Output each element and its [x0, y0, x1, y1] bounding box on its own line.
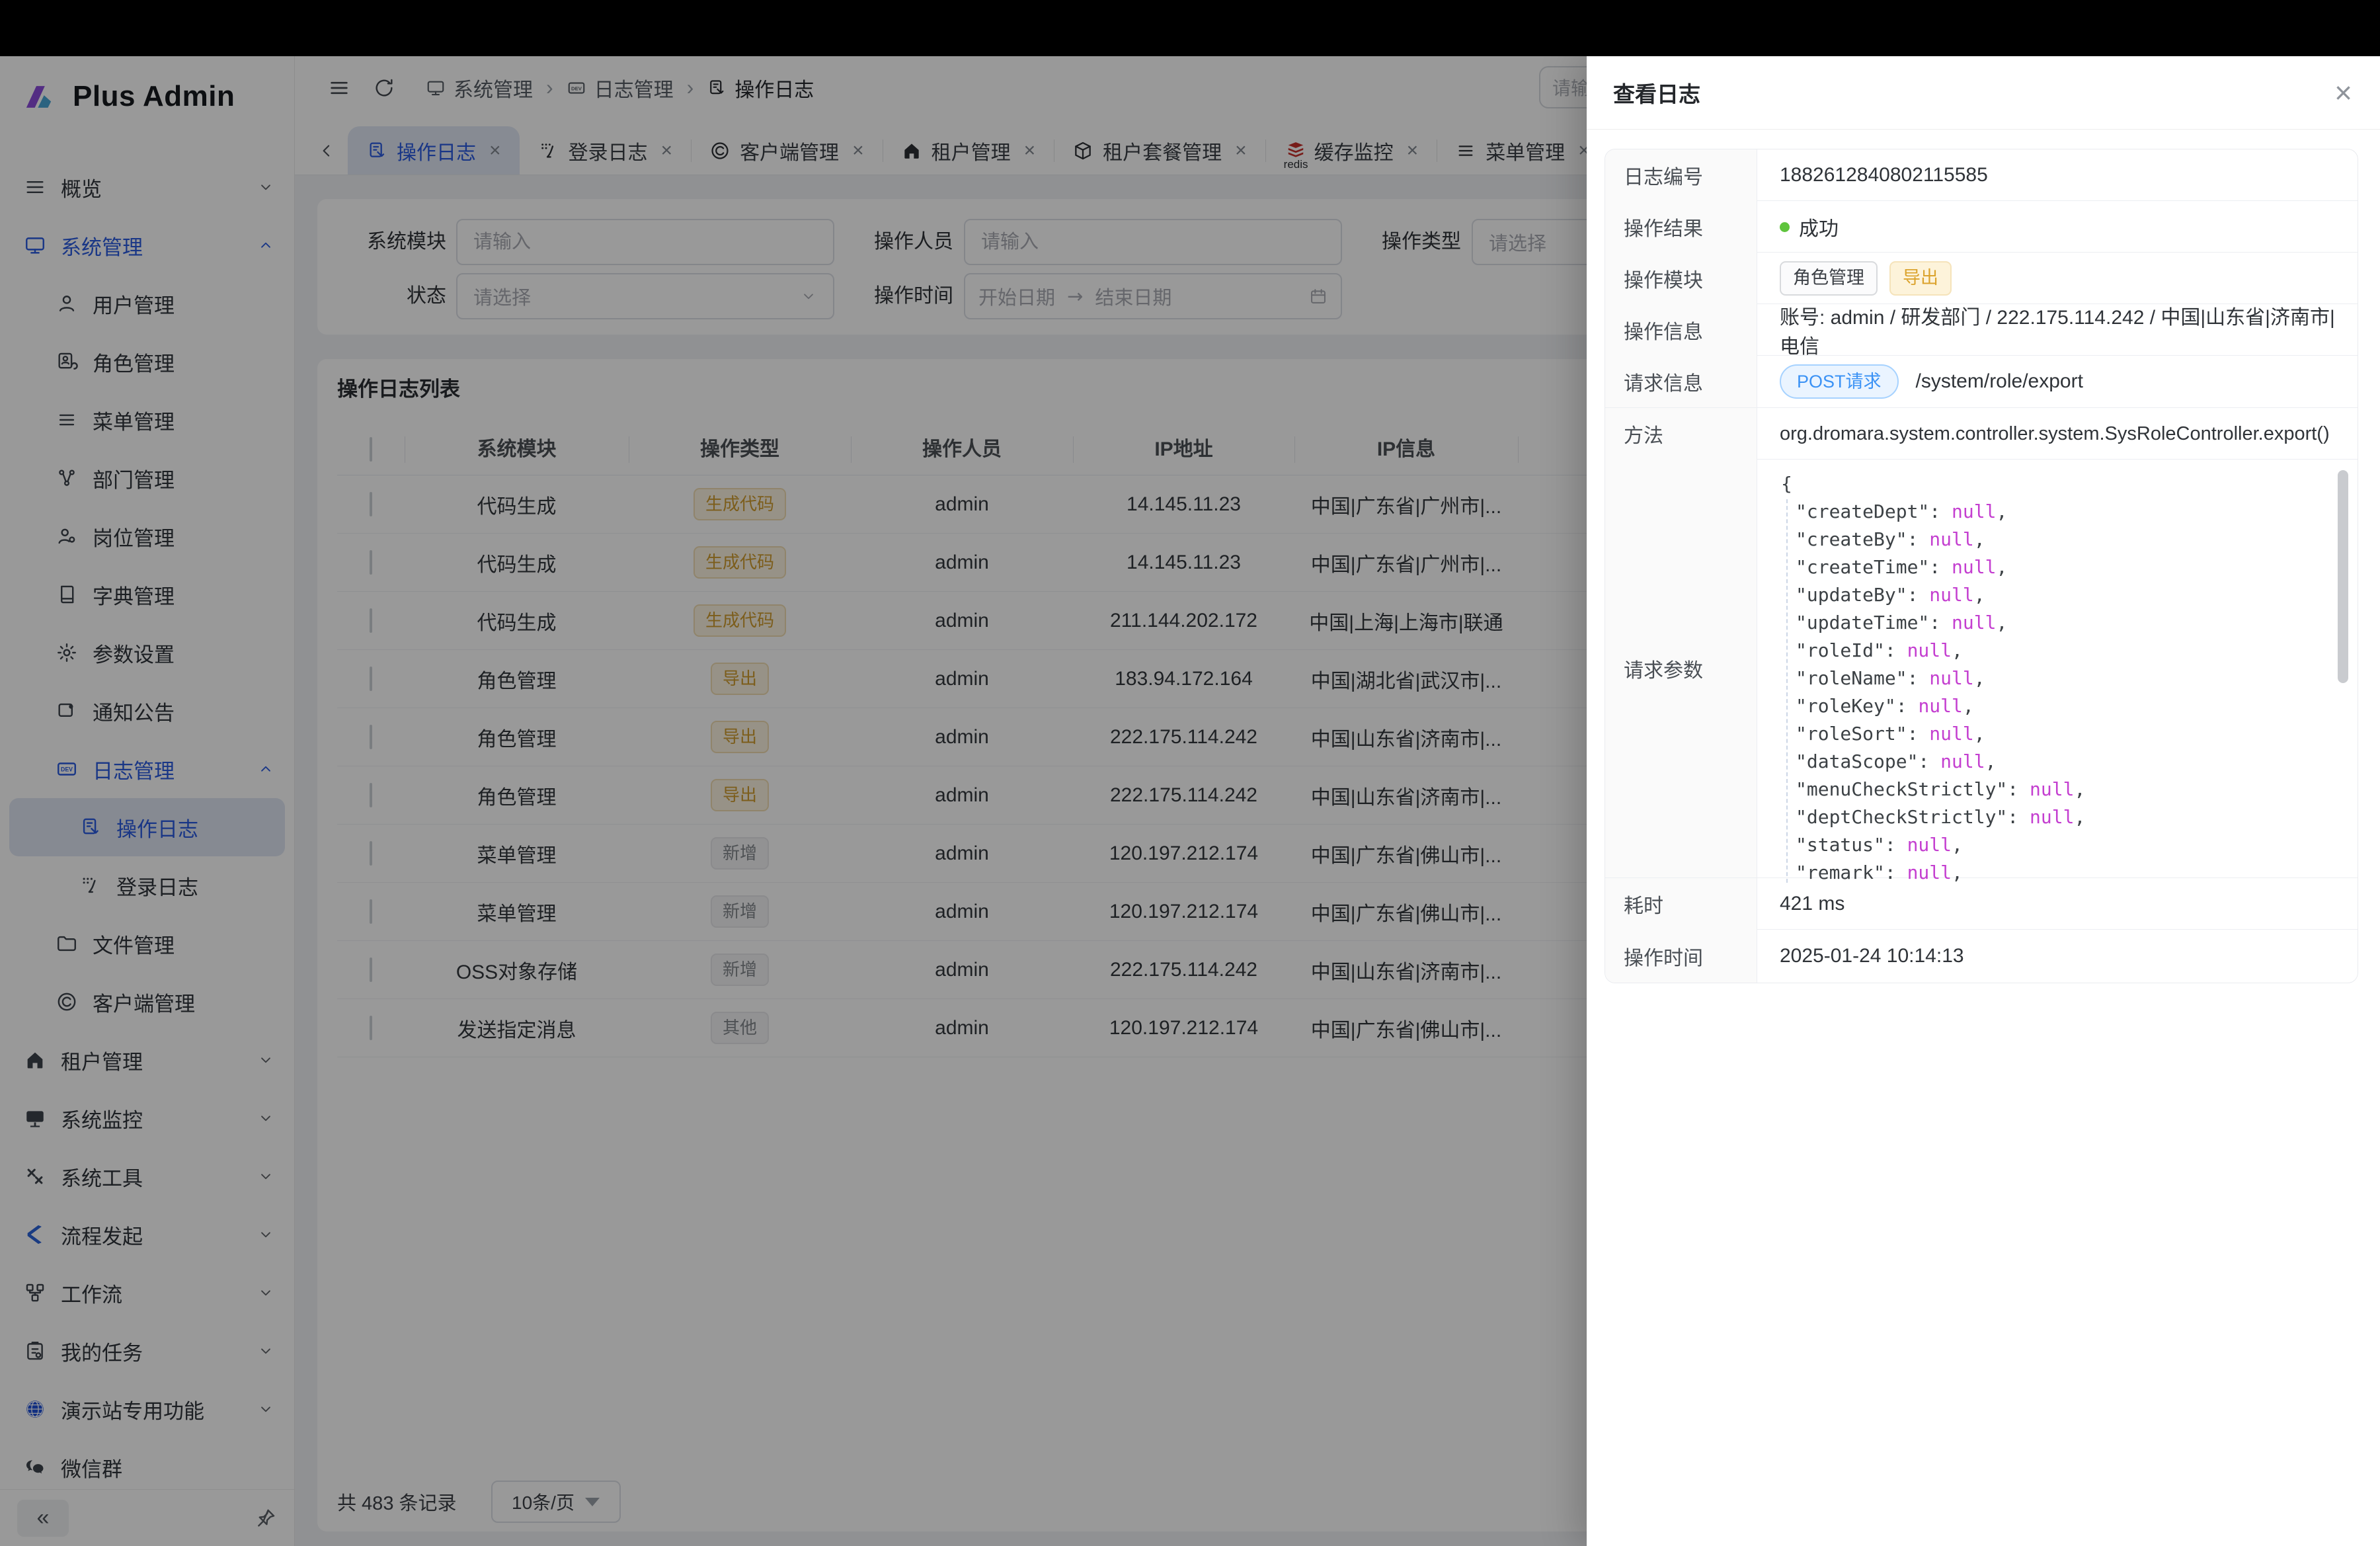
json-line: "createDept": null,: [1781, 498, 2318, 526]
module-label: 操作模块: [1605, 253, 1757, 304]
result-label: 操作结果: [1605, 201, 1757, 253]
module-value: 角色管理 导出: [1757, 253, 2358, 304]
indent-guide: [1786, 499, 1788, 883]
screenshot-root: Plus Admin 概览系统管理用户管理角色管理菜单管理部门管理岗位管理字典管…: [0, 0, 2380, 1546]
method-label: 方法: [1605, 408, 1757, 460]
request-url: /system/role/export: [1916, 370, 2083, 393]
json-line: "updateBy": null,: [1781, 581, 2318, 609]
view-log-drawer: 查看日志 × 日志编号 1882612840802115585 操作结果 成功 …: [1587, 56, 2380, 1546]
info-label: 操作信息: [1605, 304, 1757, 356]
json-line: "roleId": null,: [1781, 637, 2318, 665]
log-detail-table: 日志编号 1882612840802115585 操作结果 成功 操作模块 角色…: [1605, 149, 2358, 983]
json-line: "roleKey": null,: [1781, 692, 2318, 720]
success-dot-icon: [1780, 222, 1790, 232]
detail-row-params: 请求参数 {"createDept": null,"createBy": nul…: [1605, 460, 2358, 878]
drawer-title: 查看日志: [1613, 77, 1700, 108]
result-value: 成功: [1757, 201, 2358, 253]
params-label: 请求参数: [1605, 460, 1757, 877]
json-line: "roleName": null,: [1781, 665, 2318, 692]
duration-label: 耗时: [1605, 878, 1757, 930]
info-value: 账号: admin / 研发部门 / 222.175.114.242 / 中国|…: [1757, 304, 2358, 356]
json-line: "remark": null,: [1781, 859, 2318, 887]
module-action-tag: 导出: [1889, 261, 1952, 296]
detail-row-method: 方法 org.dromara.system.controller.system.…: [1605, 408, 2358, 460]
detail-row-request: 请求信息 POST请求 /system/role/export: [1605, 356, 2358, 408]
json-line: "dataScope": null,: [1781, 748, 2318, 776]
detail-row-log-id: 日志编号 1882612840802115585: [1605, 149, 2358, 201]
post-method-badge: POST请求: [1780, 364, 1899, 399]
request-value: POST请求 /system/role/export: [1757, 356, 2358, 407]
result-text: 成功: [1799, 212, 1839, 241]
json-scrollbar[interactable]: [2338, 470, 2348, 683]
detail-row-result: 操作结果 成功: [1605, 201, 2358, 253]
json-line: "menuCheckStrictly": null,: [1781, 776, 2318, 803]
json-line: {: [1781, 470, 2318, 498]
json-line: "createBy": null,: [1781, 526, 2318, 553]
op-time-label: 操作时间: [1605, 930, 1757, 983]
json-line: "roleSort": null,: [1781, 720, 2318, 748]
close-icon[interactable]: ×: [2334, 77, 2352, 108]
json-line: "createTime": null,: [1781, 553, 2318, 581]
json-line: "deptCheckStrictly": null,: [1781, 803, 2318, 831]
params-json-viewer[interactable]: {"createDept": null,"createBy": null,"cr…: [1757, 460, 2358, 877]
json-line: "status": null,: [1781, 831, 2318, 859]
module-tag: 角色管理: [1780, 261, 1878, 296]
method-value: org.dromara.system.controller.system.Sys…: [1757, 408, 2358, 460]
detail-row-module: 操作模块 角色管理 导出: [1605, 253, 2358, 304]
detail-row-op-time: 操作时间 2025-01-24 10:14:13: [1605, 930, 2358, 983]
params-json-code: {"createDept": null,"createBy": null,"cr…: [1757, 460, 2358, 893]
detail-row-info: 操作信息 账号: admin / 研发部门 / 222.175.114.242 …: [1605, 304, 2358, 356]
log-id-label: 日志编号: [1605, 149, 1757, 201]
json-line: "updateTime": null,: [1781, 609, 2318, 637]
log-id-value: 1882612840802115585: [1757, 149, 2358, 201]
request-label: 请求信息: [1605, 356, 1757, 407]
op-time-value: 2025-01-24 10:14:13: [1757, 930, 2358, 983]
drawer-header: 查看日志 ×: [1587, 56, 2380, 130]
